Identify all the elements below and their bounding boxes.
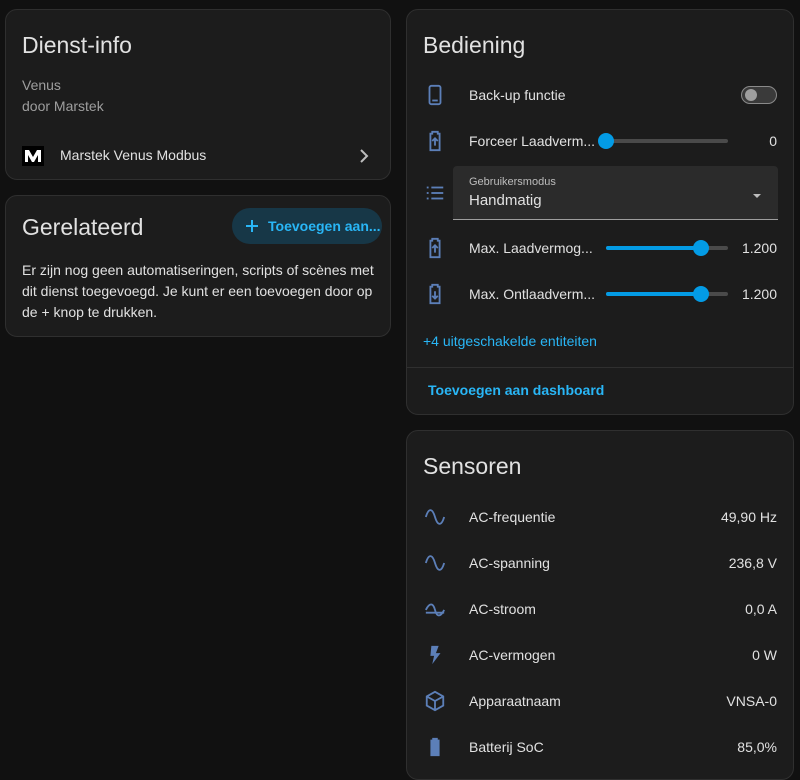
- service-model: Venus: [22, 77, 61, 93]
- controls-card: Bediening Back-up functie Forceer Laadve…: [406, 9, 794, 415]
- current-ac-icon: [423, 597, 447, 621]
- sensors-card: Sensoren AC-frequentie 49,90 Hz AC-spann…: [406, 430, 794, 780]
- sensor-row[interactable]: AC-spanning 236,8 V: [407, 549, 793, 579]
- max-discharge-value: 1.200: [741, 286, 777, 302]
- controls-divider: [407, 367, 793, 368]
- related-empty-text: Er zijn nog geen automatiseringen, scrip…: [22, 262, 374, 320]
- battery-discharging-icon: [423, 282, 447, 306]
- sensor-row[interactable]: AC-stroom 0,0 A: [407, 595, 793, 625]
- sensor-label: AC-frequentie: [469, 509, 556, 525]
- sensor-value: 236,8 V: [728, 555, 777, 571]
- integration-row[interactable]: Marstek Venus Modbus: [6, 136, 390, 176]
- chevron-right-icon: [356, 146, 372, 166]
- user-mode-select[interactable]: Gebruikersmodus Handmatig: [453, 166, 778, 220]
- flash-icon: [423, 643, 447, 667]
- service-info-title: Dienst-info: [22, 32, 132, 58]
- backup-toggle[interactable]: [741, 86, 777, 104]
- plus-icon: [244, 218, 260, 234]
- sensor-value: 0,0 A: [745, 601, 777, 617]
- sensor-label: AC-vermogen: [469, 647, 556, 663]
- max-charge-label: Max. Laadvermog...: [469, 240, 593, 256]
- user-mode-label: Gebruikersmodus: [469, 176, 556, 188]
- sensor-label: AC-spanning: [469, 555, 550, 571]
- max-discharge-knob[interactable]: [693, 286, 710, 302]
- max-charge-knob[interactable]: [693, 240, 710, 256]
- sensor-label: AC-stroom: [469, 601, 536, 617]
- sensor-row[interactable]: AC-vermogen 0 W: [407, 641, 793, 671]
- related-card: Gerelateerd Toevoegen aan... Er zijn nog…: [5, 195, 391, 337]
- disabled-entities-link[interactable]: +4 uitgeschakelde entiteiten: [423, 333, 597, 349]
- battery-charging-icon: [423, 129, 447, 153]
- battery-charging-up-icon: [423, 236, 447, 260]
- backup-label: Back-up functie: [469, 87, 566, 103]
- service-info-card: Dienst-info Venus door Marstek Marstek V…: [5, 9, 391, 180]
- sensor-row[interactable]: AC-frequentie 49,90 Hz: [407, 503, 793, 533]
- dropdown-arrow-icon: [752, 188, 762, 198]
- sensors-title: Sensoren: [423, 453, 522, 479]
- integration-name: Marstek Venus Modbus: [60, 147, 207, 163]
- force-charge-label: Forceer Laadverm...: [469, 133, 596, 149]
- sensor-value: 49,90 Hz: [720, 509, 777, 525]
- list-icon: [423, 181, 447, 205]
- phone-icon: [423, 83, 447, 107]
- sensor-value: VNSA-0: [726, 693, 777, 709]
- sensor-label: Apparaatnaam: [469, 693, 561, 709]
- marstek-logo-icon: [22, 146, 44, 166]
- add-related-label: Toevoegen aan...: [268, 218, 381, 234]
- battery-icon: [423, 735, 447, 759]
- max-charge-slider[interactable]: [606, 240, 728, 256]
- sine-wave-icon: [423, 505, 447, 529]
- add-to-dashboard-button[interactable]: Toevoegen aan dashboard: [428, 382, 604, 398]
- force-charge-value: 0: [769, 133, 777, 149]
- force-charge-slider[interactable]: [598, 133, 728, 149]
- sensor-row[interactable]: Batterij SoC 85,0%: [407, 733, 793, 763]
- sine-wave-icon: [423, 551, 447, 575]
- sensor-value: 85,0%: [737, 739, 777, 755]
- sensor-value: 0 W: [752, 647, 777, 663]
- max-discharge-slider[interactable]: [606, 286, 728, 302]
- sensor-label: Batterij SoC: [469, 739, 544, 755]
- related-title: Gerelateerd: [22, 214, 144, 240]
- force-charge-knob[interactable]: [598, 133, 614, 149]
- sensor-row[interactable]: Apparaatnaam VNSA-0: [407, 687, 793, 717]
- max-charge-value: 1.200: [741, 240, 777, 256]
- add-related-button[interactable]: Toevoegen aan...: [232, 208, 382, 244]
- service-manufacturer: door Marstek: [22, 98, 104, 114]
- controls-title: Bediening: [423, 32, 526, 58]
- max-discharge-label: Max. Ontlaadverm...: [469, 286, 596, 302]
- cube-icon: [423, 689, 447, 713]
- user-mode-value: Handmatig: [469, 192, 542, 209]
